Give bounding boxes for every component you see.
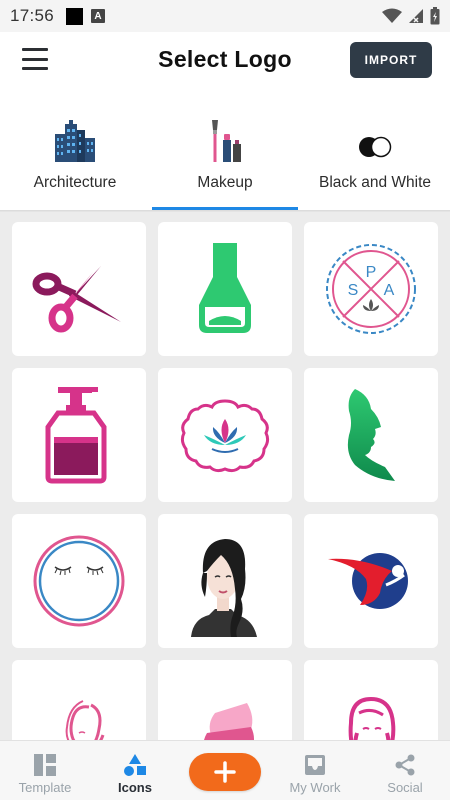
import-button[interactable]: IMPORT — [350, 42, 432, 78]
spa-letter-p: S — [348, 282, 359, 299]
bottom-nav: Template Icons My Work Social — [0, 740, 450, 800]
inbox-icon — [304, 753, 326, 777]
nail-polish-icon — [199, 243, 251, 333]
nav-icons-label: Icons — [118, 780, 152, 795]
swoosh-circle-icon — [328, 553, 408, 609]
logo-soap-dispenser[interactable] — [12, 368, 146, 502]
face-profile-icon — [347, 389, 395, 481]
spa-letter-a: A — [384, 282, 395, 299]
logo-scissors[interactable] — [12, 222, 146, 356]
status-bar: 17:56 A — [0, 0, 450, 32]
tab-architecture-label: Architecture — [33, 174, 117, 191]
status-time: 17:56 — [10, 6, 55, 25]
tab-makeup[interactable]: Makeup — [150, 112, 300, 210]
soap-dispenser-icon — [45, 387, 107, 484]
logo-lotus-flower[interactable] — [158, 368, 292, 502]
lotus-flower-icon — [180, 399, 270, 473]
buildings-icon — [53, 118, 97, 162]
logo-red-blue-swoosh[interactable] — [304, 514, 438, 648]
template-grid-icon — [34, 753, 56, 777]
select-logo-screen: 17:56 A Select Logo IMPORT Architecture … — [0, 0, 450, 800]
spa-letter-s: P — [366, 264, 377, 281]
logo-face-profile[interactable] — [304, 368, 438, 502]
logo-spa-badge[interactable]: P S A — [304, 222, 438, 356]
logo-woman-line-art[interactable] — [12, 660, 146, 740]
logo-woman-braid[interactable] — [158, 514, 292, 648]
nav-social[interactable]: Social — [360, 741, 450, 800]
logo-grid: P S A — [0, 213, 450, 740]
spa-badge-icon: P S A — [326, 244, 416, 334]
eyelashes-circle-icon — [33, 535, 125, 627]
logo-nail-polish[interactable] — [158, 222, 292, 356]
tab-architecture[interactable]: Architecture — [0, 112, 150, 210]
nav-my-work-label: My Work — [289, 780, 341, 795]
woman-line-art-icon — [65, 700, 105, 740]
status-icons — [382, 7, 440, 25]
black-white-toggle-icon — [358, 118, 392, 162]
notification-a-icon: A — [91, 9, 106, 23]
logo-eyelashes-circle[interactable] — [12, 514, 146, 648]
battery-icon — [430, 7, 440, 25]
app-header: Select Logo IMPORT — [0, 32, 450, 90]
makeup-brush-icon — [208, 118, 242, 162]
shapes-icon — [123, 753, 147, 777]
notification-square-icon — [66, 7, 84, 25]
nav-social-label: Social — [387, 780, 423, 795]
nav-my-work[interactable]: My Work — [270, 741, 360, 800]
scissors-icon — [32, 266, 121, 333]
share-icon — [394, 753, 416, 777]
wifi-icon — [382, 8, 402, 23]
plus-icon — [214, 761, 236, 783]
signal-icon — [409, 9, 423, 23]
nav-template-label: Template — [18, 780, 72, 795]
add-button[interactable] — [189, 753, 261, 791]
tab-black-and-white-label: Black and White — [319, 174, 431, 191]
tab-makeup-label: Makeup — [197, 174, 253, 191]
logo-pink-layers[interactable] — [158, 660, 292, 740]
nav-template[interactable]: Template — [0, 741, 90, 800]
tab-black-and-white[interactable]: Black and White — [300, 112, 450, 210]
nav-icons[interactable]: Icons — [90, 741, 180, 800]
logo-woman-flowing-hair[interactable] — [304, 660, 438, 740]
pink-layers-icon — [204, 703, 254, 740]
category-tabs: Architecture Makeup Black and White — [0, 112, 450, 210]
woman-flowing-hair-icon — [348, 697, 396, 740]
woman-braid-icon — [191, 539, 257, 637]
